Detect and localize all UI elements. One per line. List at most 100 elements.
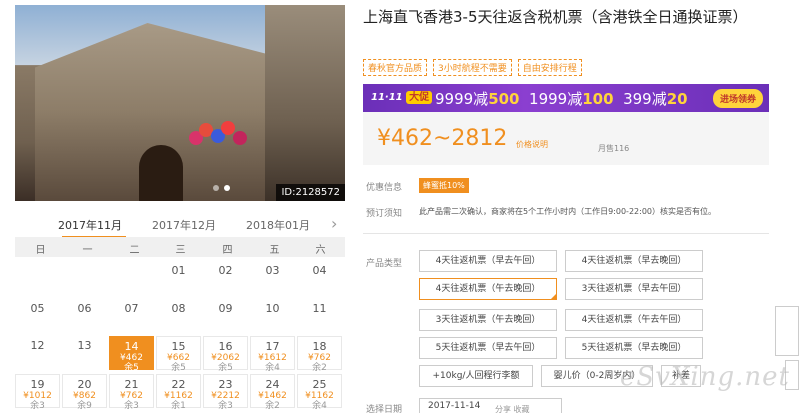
option-button[interactable]: 4天往返机票（早去晚回） [565, 250, 703, 272]
tab-month-1[interactable]: 2017年11月 [58, 217, 122, 233]
day-price: ¥1012 [23, 391, 52, 401]
option-button[interactable]: 5天往返机票（早去晚回） [565, 337, 703, 359]
calendar-day[interactable]: 16 ¥2062 余5 [203, 336, 248, 373]
day-number: 25 [312, 378, 327, 391]
photo-church-door [139, 145, 183, 201]
day-number: 01 [171, 264, 186, 277]
weekday-label: 二 [129, 245, 140, 256]
day-price: ¥462 [120, 353, 143, 363]
offer-amount: 20 [666, 90, 688, 108]
day-number: 24 [265, 378, 280, 391]
calendar-day[interactable]: 18 ¥762 余2 [297, 336, 342, 373]
day-number: 05 [30, 302, 45, 315]
get-coupon-button[interactable]: 进场领券 [712, 89, 763, 108]
offer-prefix: 1999减 [529, 90, 583, 108]
photo-balloons [189, 121, 251, 151]
day-price: ¥662 [167, 353, 190, 363]
calendar-day: 02 [203, 261, 248, 295]
calendar-day[interactable]: 19 ¥1012 余3 [15, 374, 60, 411]
calendar-day[interactable]: 23 ¥2212 余3 [203, 374, 248, 411]
calendar-day: 07 [109, 299, 154, 333]
day-remaining: 余9 [77, 401, 92, 411]
calendar-day: 13 [62, 336, 107, 370]
product-type-label: 产品类型 [366, 259, 403, 269]
day-number: 17 [265, 340, 280, 353]
day-number: 03 [265, 264, 280, 277]
day-price: ¥1462 [258, 391, 287, 401]
day-number: 14 [124, 340, 139, 353]
calendar-day: 09 [203, 299, 248, 333]
floating-sidebar[interactable] [775, 306, 799, 356]
photo-pager-dots[interactable] [213, 185, 230, 191]
day-number: 13 [77, 339, 92, 352]
day-number: 16 [218, 340, 233, 353]
day-price: ¥2212 [211, 391, 240, 401]
site-watermark: eSvXing.net [620, 362, 790, 392]
photo-church-tower [265, 5, 345, 201]
offer-prefix: 399减 [623, 90, 667, 108]
day-price: ¥762 [120, 391, 143, 401]
day-number: 15 [171, 340, 186, 353]
option-button[interactable]: +10kg/人回程行李额 [419, 365, 533, 387]
calendar-day[interactable]: 20 ¥862 余9 [62, 374, 107, 411]
notice-label: 预订须知 [366, 209, 403, 219]
day-remaining: 余3 [124, 401, 139, 411]
day-remaining: 余5 [218, 363, 233, 373]
pager-dot[interactable] [213, 185, 219, 191]
product-tag: 3小时航程不需要 [433, 59, 512, 76]
day-number: 23 [218, 378, 233, 391]
day-price: ¥2062 [211, 353, 240, 363]
day-price: ¥1612 [258, 353, 287, 363]
weekday-label: 日 [35, 245, 46, 256]
day-price: ¥1162 [164, 391, 193, 401]
offer-prefix: 9999减 [435, 90, 489, 108]
weekday-header: 日 一 二 三 四 五 六 [15, 237, 345, 257]
calendar-day: 04 [297, 261, 342, 295]
calendar-day[interactable]: 15 ¥662 余5 [156, 336, 201, 373]
day-remaining: 余1 [171, 401, 186, 411]
notice-text: 此产品需二次确认，商家将在5个工作小时内（工作日9:00-22:00）核实是否有… [419, 207, 716, 216]
product-tags: 春秋官方品质 3小时航程不需要 自由安排行程 [363, 59, 582, 76]
product-tag: 春秋官方品质 [363, 59, 428, 76]
day-remaining: 余4 [265, 363, 280, 373]
day-price: ¥762 [308, 353, 331, 363]
day-price: ¥1162 [305, 391, 334, 401]
promo-banner[interactable]: 11·11 大促 9999减500 1999减100 399减20 进场领券 [363, 84, 769, 112]
calendar-day: 08 [156, 299, 201, 333]
tab-month-2[interactable]: 2017年12月 [152, 217, 216, 233]
month-tabs: 2017年11月 2017年12月 2018年01月 › [15, 213, 345, 239]
calendar-day[interactable]: 22 ¥1162 余1 [156, 374, 201, 411]
calendar-day[interactable]: 21 ¥762 余3 [109, 374, 154, 411]
calendar-day: 03 [250, 261, 295, 295]
price-box: ¥462~2812 价格说明 月售116 [363, 112, 769, 165]
price-explain-link[interactable]: 价格说明 [516, 139, 548, 150]
pager-dot-active[interactable] [224, 185, 230, 191]
tab-month-3[interactable]: 2018年01月 [246, 217, 310, 233]
option-button[interactable]: 4天往返机票（午去午回） [565, 309, 703, 331]
calendar-day-selected[interactable]: 14 ¥462 余5 [109, 336, 154, 373]
option-button-selected[interactable]: 4天往返机票（午去晚回） [419, 278, 557, 300]
calendar-day[interactable]: 24 ¥1462 余2 [250, 374, 295, 411]
day-remaining: 余3 [218, 401, 233, 411]
option-button[interactable]: 3天往返机票（午去晚回） [419, 309, 557, 331]
calendar-day[interactable]: 25 ¥1162 余4 [297, 374, 342, 411]
offer-amount: 500 [488, 90, 520, 108]
day-number: 21 [124, 378, 139, 391]
day-number: 08 [171, 302, 186, 315]
day-remaining: 余3 [30, 401, 45, 411]
chevron-right-icon[interactable]: › [331, 214, 337, 233]
date-label: 选择日期 [366, 405, 403, 413]
calendar-day: 12 [15, 336, 60, 370]
day-remaining: 余5 [124, 363, 139, 373]
share-favorite-strip[interactable]: 分享 收藏 [495, 404, 530, 413]
promo-badge-sub: 大促 [406, 91, 433, 104]
discount-badge: 蜂蜜抵10% [419, 178, 469, 193]
date-field[interactable]: 2017-11-14 [419, 398, 562, 413]
option-button[interactable]: 3天往返机票（早去午回） [565, 278, 703, 300]
product-photo[interactable]: ID:2128572 [15, 5, 345, 201]
option-button[interactable]: 4天往返机票（早去午回） [419, 250, 557, 272]
calendar-day: 06 [62, 299, 107, 333]
day-price: ¥862 [73, 391, 96, 401]
calendar-day[interactable]: 17 ¥1612 余4 [250, 336, 295, 373]
option-button[interactable]: 5天往返机票（早去午回） [419, 337, 557, 359]
